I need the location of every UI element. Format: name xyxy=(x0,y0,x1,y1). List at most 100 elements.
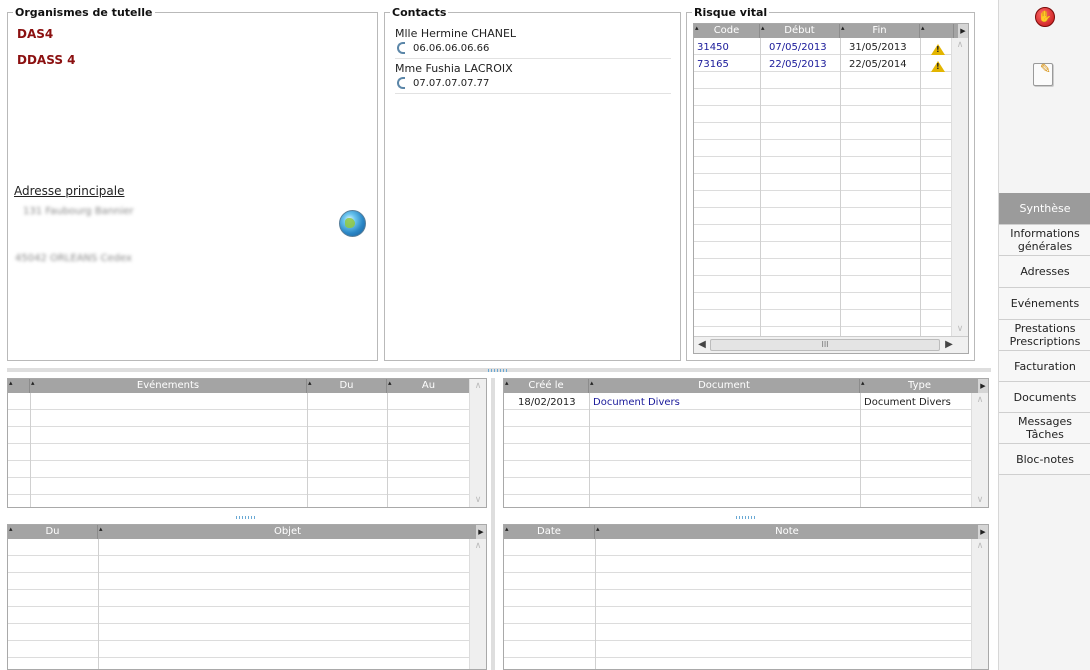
scroll-up-icon[interactable]: ∧ xyxy=(470,540,486,552)
column-header-cree-le[interactable]: Créé le xyxy=(504,379,589,393)
risque-fin-cell[interactable]: 31/05/2013 xyxy=(849,39,907,56)
nav-facturation[interactable]: Facturation xyxy=(999,351,1090,382)
column-header-note[interactable]: Note xyxy=(595,525,980,539)
table-row[interactable] xyxy=(504,556,974,573)
table-row[interactable] xyxy=(8,444,471,461)
splitter-grip[interactable] xyxy=(236,516,256,519)
table-row[interactable] xyxy=(694,174,954,191)
table-row[interactable] xyxy=(8,393,471,410)
contact-name[interactable]: Mme Fushia LACROIX xyxy=(395,62,513,75)
contact-name[interactable]: Mlle Hermine CHANEL xyxy=(395,27,516,40)
table-row[interactable] xyxy=(504,658,974,669)
document-type-cell[interactable]: Document Divers xyxy=(864,394,951,411)
table-row[interactable] xyxy=(8,573,478,590)
column-header-du[interactable]: Du xyxy=(8,525,98,539)
table-row[interactable] xyxy=(8,641,478,658)
risque-debut-cell[interactable]: 22/05/2013 xyxy=(769,56,827,73)
table-row[interactable] xyxy=(504,478,974,495)
table-row[interactable] xyxy=(8,590,478,607)
table-row[interactable] xyxy=(8,461,471,478)
table-row[interactable] xyxy=(694,293,954,310)
table-row[interactable] xyxy=(694,259,954,276)
column-header-objet[interactable]: Objet xyxy=(98,525,478,539)
nav-documents[interactable]: Documents xyxy=(999,382,1090,413)
splitter-grip[interactable] xyxy=(488,369,508,372)
scroll-up-icon[interactable]: ∧ xyxy=(972,540,988,552)
column-header-code[interactable]: Code xyxy=(694,24,760,38)
nav-synthese[interactable]: Synthèse xyxy=(999,193,1090,225)
table-row[interactable] xyxy=(694,242,954,259)
column-header-fin[interactable]: Fin xyxy=(840,24,920,38)
scrollbar-thumb[interactable]: III xyxy=(710,339,940,351)
nav-informations-generales[interactable]: Informations générales xyxy=(999,225,1090,256)
nav-evenements[interactable]: Evénements xyxy=(999,288,1090,320)
table-row[interactable] xyxy=(694,123,954,140)
column-menu-icon[interactable]: ▶ xyxy=(476,525,486,539)
column-header-au[interactable]: Au xyxy=(387,379,471,393)
table-row[interactable] xyxy=(694,310,954,327)
risque-code-cell[interactable]: 73165 xyxy=(697,56,729,73)
column-menu-icon[interactable]: ▶ xyxy=(978,379,988,393)
table-row[interactable] xyxy=(504,607,974,624)
table-row[interactable] xyxy=(8,658,478,669)
nav-bloc-notes[interactable]: Bloc-notes xyxy=(999,444,1090,475)
table-row[interactable] xyxy=(694,208,954,225)
nav-adresses[interactable]: Adresses xyxy=(999,256,1090,288)
column-header-du[interactable]: Du xyxy=(307,379,387,393)
document-date-cell[interactable]: 18/02/2013 xyxy=(518,394,576,411)
globe-icon[interactable] xyxy=(339,210,366,237)
column-header-evenements[interactable]: Evénements xyxy=(30,379,307,393)
edit-note-icon[interactable] xyxy=(1033,62,1053,86)
scroll-right-icon[interactable]: ▶ xyxy=(942,337,956,353)
vertical-scrollbar[interactable]: ∧ ∨ xyxy=(951,38,968,336)
table-row[interactable] xyxy=(694,191,954,208)
hand-stop-icon[interactable]: ✋ xyxy=(1035,7,1055,27)
column-menu-icon[interactable]: ▶ xyxy=(978,525,988,539)
table-row[interactable] xyxy=(694,225,954,242)
risque-debut-cell[interactable]: 07/05/2013 xyxy=(769,39,827,56)
vertical-scrollbar[interactable]: ∧ xyxy=(469,539,486,669)
vertical-scrollbar[interactable]: ∧ xyxy=(971,539,988,669)
scroll-down-icon[interactable]: ∨ xyxy=(952,323,968,335)
nav-messages-taches[interactable]: Messages Tâches xyxy=(999,413,1090,444)
column-header-type[interactable]: Type xyxy=(860,379,980,393)
scroll-up-icon[interactable]: ∧ xyxy=(470,380,486,392)
scroll-up-icon[interactable]: ∧ xyxy=(952,39,968,51)
table-row[interactable] xyxy=(504,444,974,461)
vertical-splitter[interactable] xyxy=(491,378,495,670)
table-row[interactable] xyxy=(504,641,974,658)
column-header-date[interactable]: Date xyxy=(504,525,595,539)
column-header-marker[interactable] xyxy=(8,379,30,393)
table-row[interactable] xyxy=(694,157,954,174)
organisme-das4[interactable]: DAS4 xyxy=(17,27,53,41)
table-row[interactable] xyxy=(8,478,471,495)
horizontal-scrollbar[interactable]: ◀ III ▶ xyxy=(694,336,968,353)
scroll-left-icon[interactable]: ◀ xyxy=(695,337,709,353)
column-header-document[interactable]: Document xyxy=(589,379,860,393)
scroll-up-icon[interactable]: ∧ xyxy=(972,394,988,406)
table-row[interactable] xyxy=(504,427,974,444)
column-header-debut[interactable]: Début xyxy=(760,24,840,38)
table-row[interactable] xyxy=(8,556,478,573)
table-row[interactable] xyxy=(8,607,478,624)
risque-code-cell[interactable]: 31450 xyxy=(697,39,729,56)
table-row[interactable] xyxy=(504,590,974,607)
column-menu-icon[interactable]: ▶ xyxy=(958,24,968,38)
organisme-ddass4[interactable]: DDASS 4 xyxy=(17,53,75,67)
table-row[interactable] xyxy=(504,573,974,590)
table-row[interactable] xyxy=(8,539,478,556)
scroll-down-icon[interactable]: ∨ xyxy=(470,494,486,506)
table-row[interactable] xyxy=(8,427,471,444)
table-row[interactable] xyxy=(504,495,974,507)
splitter-grip[interactable] xyxy=(736,516,756,519)
table-row[interactable] xyxy=(504,624,974,641)
table-row[interactable] xyxy=(8,410,471,427)
table-row[interactable] xyxy=(504,539,974,556)
scroll-down-icon[interactable]: ∨ xyxy=(972,494,988,506)
vertical-scrollbar[interactable]: ∧ ∨ xyxy=(469,379,486,507)
table-row[interactable] xyxy=(8,495,471,507)
table-row[interactable] xyxy=(694,72,954,89)
table-row[interactable] xyxy=(8,624,478,641)
table-row[interactable] xyxy=(694,89,954,106)
risque-fin-cell[interactable]: 22/05/2014 xyxy=(849,56,907,73)
